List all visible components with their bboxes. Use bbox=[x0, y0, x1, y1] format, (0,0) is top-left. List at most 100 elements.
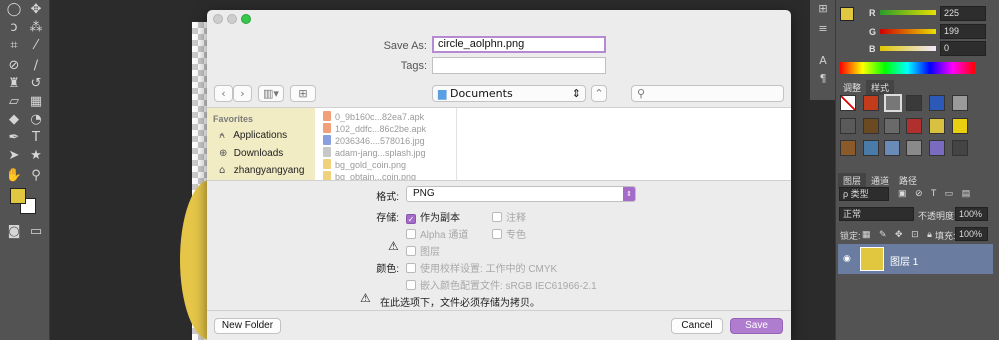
new-folder-icon[interactable]: ⊞ bbox=[290, 85, 316, 102]
screen-mode-icon[interactable]: ▭ bbox=[26, 222, 46, 242]
quick-mask-icon[interactable]: ◙ bbox=[4, 222, 24, 242]
style-swatch[interactable] bbox=[906, 140, 922, 156]
layer-filter-dropdown[interactable]: ρ 类型 bbox=[839, 187, 889, 201]
eraser-tool-icon[interactable]: ▱ bbox=[4, 92, 24, 112]
brush-tool-icon[interactable]: ∕ bbox=[26, 56, 46, 76]
sidebar-item-home[interactable]: ⌂ zhangyangyang bbox=[219, 165, 304, 176]
opacity-input[interactable]: 100% bbox=[955, 207, 988, 221]
pen-tool-icon[interactable]: ✒ bbox=[4, 128, 24, 148]
layer-row[interactable]: ◉ 图层 1 bbox=[838, 244, 993, 274]
style-swatch[interactable] bbox=[906, 95, 922, 111]
style-swatch[interactable] bbox=[884, 94, 902, 112]
lock-label: 锁定: bbox=[840, 231, 861, 241]
blur-tool-icon[interactable]: ◆ bbox=[4, 110, 24, 130]
history-brush-tool-icon[interactable]: ↺ bbox=[26, 74, 46, 94]
color-spectrum-ramp[interactable] bbox=[840, 62, 975, 74]
color-panel-foreground-swatch[interactable] bbox=[840, 7, 854, 21]
search-icon: ⚲ bbox=[637, 87, 646, 100]
magic-wand-tool-icon[interactable]: ⁂ bbox=[26, 18, 46, 38]
blue-channel-value[interactable]: 0 bbox=[940, 41, 986, 56]
style-swatch[interactable] bbox=[952, 95, 968, 111]
style-swatch[interactable] bbox=[863, 118, 879, 134]
shape-tool-icon[interactable]: ★ bbox=[26, 146, 46, 166]
search-input[interactable]: ⚲ bbox=[631, 85, 784, 102]
marquee-tool-icon[interactable]: ◯ bbox=[4, 0, 24, 20]
tab-adjustments[interactable]: 调整 bbox=[838, 80, 866, 95]
style-swatch[interactable] bbox=[884, 140, 900, 156]
eyedropper-tool-icon[interactable]: ⁄ bbox=[26, 36, 46, 56]
format-dropdown[interactable]: PNG ⇕ bbox=[406, 186, 636, 202]
tab-channels[interactable]: 通道 bbox=[866, 173, 894, 188]
history-panel-icon[interactable]: ⊞ bbox=[816, 2, 830, 16]
style-swatch[interactable] bbox=[863, 140, 879, 156]
list-item[interactable]: bg_gold_coin.png bbox=[323, 159, 406, 170]
lock-icons[interactable]: ▦ ✎ ✥ ⊡ 🔒︎ bbox=[862, 229, 935, 240]
layer-filter-icons[interactable]: ▣ ⊘ T ▭ ▤ bbox=[898, 188, 973, 199]
save-button[interactable]: Save bbox=[730, 318, 783, 334]
green-channel-value[interactable]: 199 bbox=[940, 24, 986, 39]
new-folder-button[interactable]: New Folder bbox=[214, 318, 281, 334]
layer-name[interactable]: 图层 1 bbox=[890, 253, 918, 268]
tab-styles[interactable]: 样式 bbox=[866, 80, 895, 95]
zoom-window-button[interactable] bbox=[241, 14, 251, 24]
spot-colors-checkbox[interactable]: 专色 bbox=[492, 226, 526, 241]
style-swatch[interactable] bbox=[863, 95, 879, 111]
save-as-input[interactable]: circle_aolphn.png bbox=[432, 36, 606, 53]
embed-color-profile-checkbox[interactable]: 嵌入颜色配置文件: sRGB IEC61966-2.1 bbox=[406, 277, 597, 292]
list-item[interactable]: adam-jang...splash.jpg bbox=[323, 147, 426, 158]
path-selection-tool-icon[interactable]: ➤ bbox=[4, 146, 24, 166]
tags-input[interactable] bbox=[432, 57, 606, 74]
properties-panel-icon[interactable]: ≡ bbox=[816, 22, 830, 36]
healing-tool-icon[interactable]: ⊘ bbox=[4, 56, 24, 76]
character-panel-icon[interactable]: A bbox=[816, 54, 830, 68]
style-swatch[interactable] bbox=[884, 118, 900, 134]
style-swatch[interactable] bbox=[952, 140, 968, 156]
style-swatch[interactable] bbox=[952, 118, 968, 134]
view-options-button[interactable]: ▥▾ bbox=[258, 85, 284, 102]
type-tool-icon[interactable]: T bbox=[26, 128, 46, 148]
dodge-tool-icon[interactable]: ◔ bbox=[26, 110, 46, 130]
list-item[interactable]: 0_9b160c...82ea7.apk bbox=[323, 111, 424, 122]
red-channel-value[interactable]: 225 bbox=[940, 6, 986, 21]
blend-mode-dropdown[interactable]: 正常 bbox=[839, 207, 914, 221]
style-swatch[interactable] bbox=[929, 140, 945, 156]
sidebar-item-applications[interactable]: ⍲ Applications bbox=[219, 130, 287, 141]
as-copy-checkbox[interactable]: ✓ 作为副本 bbox=[406, 209, 460, 224]
forward-button[interactable]: › bbox=[233, 85, 252, 102]
style-swatch[interactable] bbox=[840, 140, 856, 156]
back-button[interactable]: ‹ bbox=[214, 85, 233, 102]
clone-stamp-tool-icon[interactable]: ♜ bbox=[4, 74, 24, 94]
list-item[interactable]: 2036346....578016.jpg bbox=[323, 135, 425, 146]
style-swatch[interactable] bbox=[929, 95, 945, 111]
close-window-button[interactable] bbox=[213, 14, 223, 24]
gradient-tool-icon[interactable]: ▦ bbox=[26, 92, 46, 112]
alpha-channels-checkbox[interactable]: Alpha 通道 bbox=[406, 226, 468, 241]
style-swatch[interactable] bbox=[840, 95, 856, 111]
style-swatch[interactable] bbox=[929, 118, 945, 134]
red-channel-slider[interactable] bbox=[880, 10, 936, 15]
list-item[interactable]: 102_ddfc...86c2be.apk bbox=[323, 123, 426, 134]
style-swatch[interactable] bbox=[840, 118, 856, 134]
blue-channel-slider[interactable] bbox=[880, 46, 936, 51]
layers-checkbox[interactable]: 图层 bbox=[406, 243, 440, 258]
use-proof-setup-checkbox[interactable]: 使用校样设置: 工作中的 CMYK bbox=[406, 260, 557, 275]
green-channel-slider[interactable] bbox=[880, 29, 936, 34]
move-tool-icon[interactable]: ✥ bbox=[26, 0, 46, 20]
crop-tool-icon[interactable]: ⌗ bbox=[4, 36, 24, 56]
hand-tool-icon[interactable]: ✋ bbox=[4, 166, 24, 186]
sidebar-item-downloads[interactable]: ⊕ Downloads bbox=[219, 148, 283, 159]
collapse-browser-button[interactable]: ⌃ bbox=[591, 85, 607, 102]
annotations-checkbox[interactable]: 注释 bbox=[492, 209, 526, 224]
cancel-button[interactable]: Cancel bbox=[671, 318, 723, 334]
paragraph-panel-icon[interactable]: ¶ bbox=[816, 72, 830, 86]
style-swatch[interactable] bbox=[906, 118, 922, 134]
tab-paths[interactable]: 路径 bbox=[894, 173, 922, 188]
lasso-tool-icon[interactable]: ↄ bbox=[4, 18, 24, 38]
visibility-eye-icon[interactable]: ◉ bbox=[843, 253, 851, 264]
zoom-tool-icon[interactable]: ⚲ bbox=[26, 166, 46, 186]
minimize-window-button[interactable] bbox=[227, 14, 237, 24]
location-dropdown[interactable]: ▆ Documents ⇕ bbox=[432, 85, 586, 102]
tab-layers[interactable]: 图层 bbox=[838, 173, 867, 188]
fill-input[interactable]: 100% bbox=[955, 227, 988, 241]
foreground-color-swatch[interactable] bbox=[10, 188, 26, 204]
